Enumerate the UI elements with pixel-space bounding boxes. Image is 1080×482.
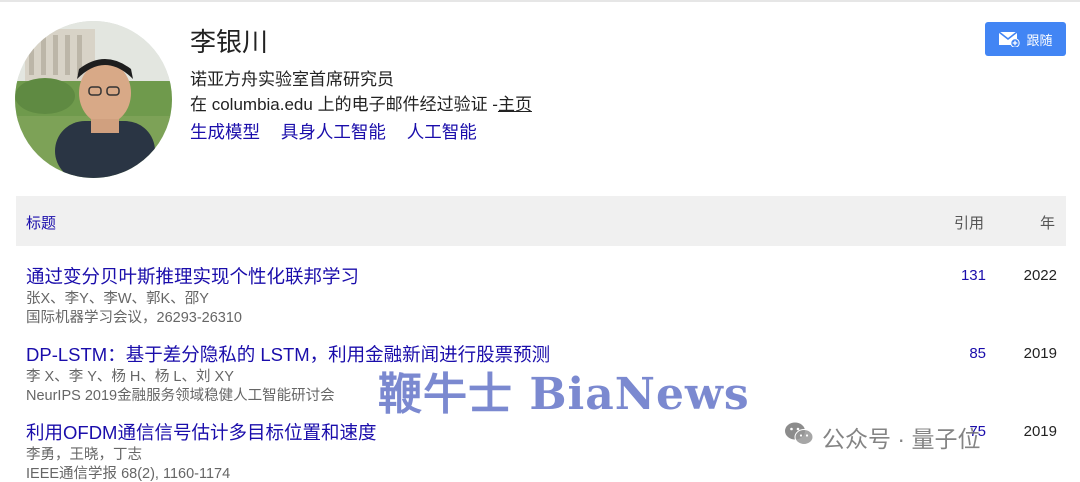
paper-venue: IEEE通信学报 68(2), 1160-1174 [26, 466, 231, 482]
profile-affiliation: 诺亚方舟实验室首席研究员 [190, 70, 394, 89]
paper-authors: 张X、李Y、李W、郭K、邵Y [26, 291, 209, 307]
wechat-icon [784, 421, 814, 453]
profile-name: 李银川 [190, 27, 269, 57]
interest-link-1[interactable]: 具身人工智能 [281, 122, 386, 142]
table-header: 标题 引用 年 [16, 196, 1066, 246]
paper-title-link[interactable]: 利用OFDM通信信号估计多目标位置和速度 [26, 419, 376, 445]
paper-authors: 李勇，王晓，丁志 [26, 447, 142, 463]
paper-year: 2019 [1023, 423, 1057, 440]
paper-year: 2022 [1023, 267, 1057, 284]
column-header-title[interactable]: 标题 [26, 212, 56, 233]
paper-cited-by-link[interactable]: 85 [969, 345, 986, 362]
bianews-watermark: 鞭牛士 BiaNews [378, 369, 750, 420]
profile-avatar [15, 21, 172, 178]
research-interests: 生成模型 具身人工智能 人工智能 [190, 119, 493, 144]
interest-link-2[interactable]: 人工智能 [407, 122, 477, 142]
paper-venue: NeurIPS 2019金融服务领域稳健人工智能研讨会 [26, 388, 335, 404]
verified-email-line: 在 columbia.edu 上的电子邮件经过验证 -主页 [190, 90, 532, 115]
interest-link-0[interactable]: 生成模型 [190, 122, 260, 142]
follow-button-label: 跟随 [1026, 32, 1053, 48]
qbit-watermark-text: 公众号 · 量子位 [822, 426, 981, 452]
paper-authors: 李 X、李 Y、杨 H、杨 L、刘 XY [26, 369, 234, 385]
paper-cited-by-link[interactable]: 131 [961, 267, 986, 284]
paper-year: 2019 [1023, 345, 1057, 362]
verified-email-text: 在 columbia.edu 上的电子邮件经过验证 - [190, 95, 498, 114]
paper-venue: 国际机器学习会议，26293-26310 [26, 310, 242, 326]
column-header-cited-by[interactable]: 引用 [954, 212, 984, 233]
homepage-link[interactable]: 主页 [498, 95, 532, 114]
top-divider [0, 0, 1080, 2]
column-header-year[interactable]: 年 [1040, 212, 1055, 233]
paper-title-link[interactable]: 通过变分贝叶斯推理实现个性化联邦学习 [26, 263, 359, 289]
follow-button[interactable]: 跟随 [985, 22, 1066, 56]
mail-plus-icon [998, 31, 1021, 47]
qbit-watermark: 公众号 · 量子位 [784, 420, 980, 454]
